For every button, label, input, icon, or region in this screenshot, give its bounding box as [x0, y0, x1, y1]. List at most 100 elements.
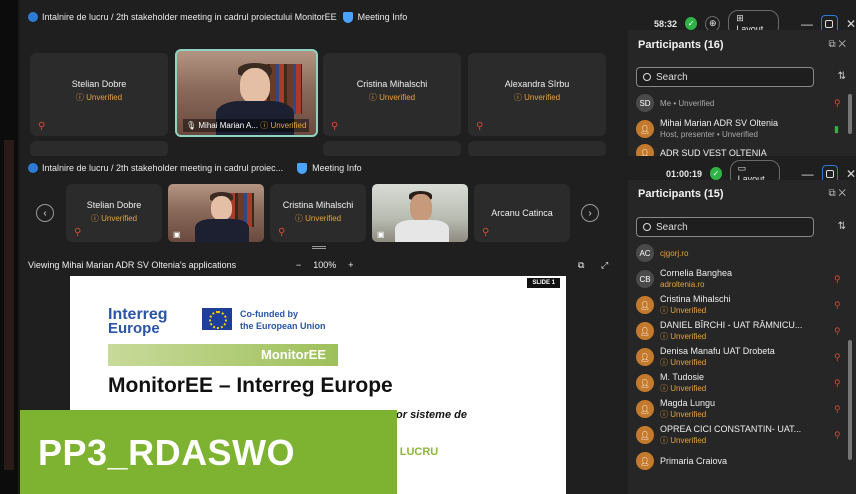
close-panel-icon[interactable]: ✕ — [838, 188, 846, 199]
mic-on-icon: 🎙︎ — [186, 121, 199, 130]
participant-sub-text: Unverified — [670, 358, 707, 367]
mic-off-icon[interactable]: ⚲ — [834, 274, 844, 285]
participant-name: M. Tudosie — [660, 372, 705, 382]
participant-row[interactable]: 👤︎ Primaria Craiova — [636, 448, 844, 474]
participant-name: Magda Lungu — [660, 398, 716, 408]
slide-title: MonitorEE – Interreg Europe — [108, 374, 393, 397]
participant-name: Cristina Mihalschi — [660, 294, 731, 304]
close-panel-icon[interactable]: ✕ — [838, 39, 846, 50]
search-input[interactable]: Search — [636, 67, 814, 87]
participant-row[interactable]: 👤︎ Magda Lungu ⓘ Unverified ⚲ — [636, 396, 844, 422]
search-icon — [643, 73, 651, 81]
participant-tile[interactable] — [323, 141, 461, 157]
meeting-info-link[interactable]: Meeting Info — [312, 163, 362, 173]
teams-logo-icon — [28, 163, 38, 173]
avatar: CB — [636, 270, 654, 288]
unverified-text: Unverified — [305, 214, 342, 223]
participant-name: Primaria Craiova — [660, 455, 728, 466]
head-shape — [211, 195, 233, 220]
participant-tile[interactable]: Cristina Mihalschi ⓘ Unverified ⚲ — [323, 53, 461, 136]
participant-row[interactable]: 👤︎ Cristina Mihalschi ⓘ Unverified ⚲ — [636, 292, 844, 318]
minimize-icon[interactable]: — — [802, 167, 814, 181]
participant-name: Cornelia Banghea — [660, 268, 733, 278]
mic-off-icon: ⚲ — [38, 121, 46, 132]
participant-sub: ⓘ Unverified — [660, 358, 707, 367]
participant-tile[interactable] — [468, 141, 606, 157]
participant-info: Denisa Manafu UAT Drobeta ⓘ Unverified — [660, 346, 834, 368]
fullscreen-icon[interactable]: ⤢ — [601, 260, 608, 271]
participant-video-tile[interactable]: 🎙︎ Mihai Marian A... ⓘ Unverified — [175, 49, 318, 137]
participant-row[interactable]: CB Cornelia Banghea adroltenia.ro ⚲ — [636, 266, 844, 292]
screen-share-icon: ▣ — [173, 230, 181, 239]
avatar: 👤︎ — [636, 452, 654, 470]
participant-sub: ⓘ Unverified — [660, 306, 707, 315]
cofunded-text: Co-funded by the European Union — [240, 308, 326, 332]
sort-icon[interactable]: ⇅ — [838, 221, 846, 232]
popout-icon[interactable]: ⧉ — [828, 39, 835, 50]
participant-info: Me • Unverified — [660, 98, 834, 109]
participant-video-tile[interactable]: ▣ — [168, 184, 264, 242]
participant-tile[interactable]: Cristina Mihalschi ⓘ Unverified ⚲ — [270, 184, 366, 242]
scrollbar[interactable] — [848, 94, 852, 134]
popout-icon[interactable]: ⧉ — [578, 260, 584, 271]
mic-off-icon[interactable]: ⚲ — [834, 430, 844, 441]
mic-off-icon[interactable]: ⚲ — [834, 300, 844, 311]
close-icon[interactable]: ✕ — [846, 17, 856, 31]
participant-row[interactable]: AC cjgorj.ro — [636, 240, 844, 266]
participant-tile[interactable]: Stelian Dobre ⓘ Unverified ⚲ — [30, 53, 168, 136]
mic-off-icon[interactable]: ⚲ — [834, 378, 844, 389]
shield-check-icon: ✓ — [685, 17, 698, 30]
mic-off-icon[interactable]: ⚲ — [834, 326, 844, 337]
participants-title: Participants (16) — [638, 39, 724, 51]
meeting-window-back: Intalnire de lucru / 2th stakeholder mee… — [20, 0, 856, 162]
participant-row[interactable]: 👤︎ OPREA CICI CONSTANTIN- UAT... ⓘ Unver… — [636, 422, 844, 448]
participant-info: M. Tudosie ⓘ Unverified — [660, 372, 834, 394]
participant-info: Mihai Marian ADR SV Oltenia Host, presen… — [660, 118, 834, 140]
unverified-label: ⓘ Unverified — [75, 93, 123, 102]
close-icon[interactable]: ✕ — [846, 167, 856, 181]
resize-handle[interactable] — [312, 246, 326, 249]
zoom-in-button[interactable]: + — [348, 260, 353, 270]
project-band-label: MonitorEE — [261, 347, 326, 362]
background-strip — [4, 140, 14, 470]
participant-video-tile[interactable]: ▣ — [372, 184, 468, 242]
participant-tile[interactable]: Alexandra Sîrbu ⓘ Unverified ⚲ — [468, 53, 606, 136]
participant-sub: Host, presenter • Unverified — [660, 130, 758, 139]
minimize-icon[interactable]: — — [801, 17, 813, 31]
participant-sub: cjgorj.ro — [660, 248, 689, 258]
mic-off-icon[interactable]: ⚲ — [834, 404, 844, 415]
layout-icon: ▭ — [737, 163, 747, 173]
unverified-text: Unverified — [379, 93, 416, 102]
participant-sub: ⓘ Unverified — [660, 332, 707, 341]
participant-tile[interactable] — [30, 141, 168, 157]
participant-name: Stelian Dobre — [86, 200, 142, 210]
zoom-out-button[interactable]: − — [296, 260, 301, 270]
gallery-next-button[interactable]: › — [581, 204, 599, 222]
meeting-info-link[interactable]: Meeting Info — [358, 12, 408, 22]
shield-icon — [342, 11, 353, 23]
mic-on-icon[interactable]: ▮ — [834, 124, 844, 135]
participant-tile[interactable]: Stelian Dobre ⓘ Unverified ⚲ — [66, 184, 162, 242]
scrollbar[interactable] — [848, 340, 852, 460]
participant-row[interactable]: 👤︎ DANIEL BÎRCHI - UAT RÂMNICU... ⓘ Unve… — [636, 318, 844, 344]
mic-off-icon[interactable]: ⚲ — [834, 98, 844, 109]
mic-off-icon[interactable]: ⚲ — [834, 352, 844, 363]
shield-icon — [297, 162, 308, 174]
participant-row[interactable]: 👤︎ M. Tudosie ⓘ Unverified ⚲ — [636, 370, 844, 396]
participant-row[interactable]: 👤︎ Mihai Marian ADR SV Oltenia Host, pre… — [636, 116, 844, 142]
video-status: ⓘ Unverified — [260, 121, 307, 130]
participant-row[interactable]: SD Me • Unverified ⚲ — [636, 90, 844, 116]
gallery-prev-button[interactable]: ‹ — [36, 204, 54, 222]
sort-icon[interactable]: ⇅ — [838, 71, 846, 82]
participant-row[interactable]: 👤︎ Denisa Manafu UAT Drobeta ⓘ Unverifie… — [636, 344, 844, 370]
participant-tile[interactable]: Arcanu Catinca ⚲ — [474, 184, 570, 242]
zoom-controls: − 100% + — [296, 260, 354, 270]
eu-flag-icon — [202, 308, 232, 330]
body-shape — [395, 219, 449, 242]
avatar: 👤︎ — [636, 426, 654, 444]
meeting-title: Intalnire de lucru / 2th stakeholder mee… — [42, 163, 284, 173]
participant-sub-text: Unverified — [670, 306, 707, 315]
search-icon — [643, 223, 651, 231]
search-input[interactable]: Search — [636, 217, 814, 237]
popout-icon[interactable]: ⧉ — [828, 188, 835, 199]
